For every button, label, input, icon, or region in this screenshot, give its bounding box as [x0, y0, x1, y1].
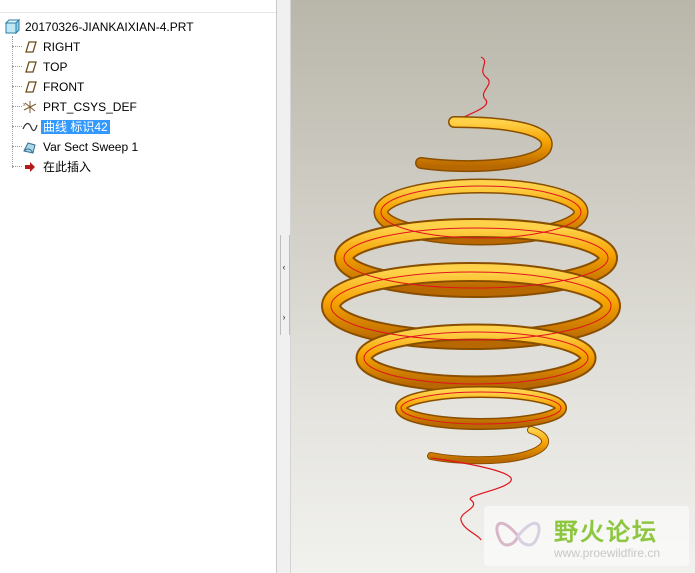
tree-guide-tick	[12, 126, 22, 127]
tree-item-right[interactable]: RIGHT	[22, 37, 82, 55]
spring-coil	[428, 427, 548, 464]
tree-item-var-sect-sweep[interactable]: Var Sect Sweep 1	[22, 137, 140, 155]
part-icon	[4, 18, 21, 35]
watermark-url: www.proewildfire.cn	[554, 546, 661, 560]
expand-arrow-icon[interactable]: ›	[280, 312, 288, 322]
datum-plane-icon	[22, 39, 38, 55]
tree-guide-tick	[12, 106, 22, 107]
datum-plane-icon	[22, 59, 38, 75]
tree-item-prt-csys-def[interactable]: x PRT_CSYS_DEF	[22, 97, 139, 115]
tree-guide-tick	[12, 46, 22, 47]
tree-item-curve[interactable]: 曲线 标识42	[22, 117, 110, 135]
tree-top-bar	[0, 0, 276, 13]
tree-root-part[interactable]: 20170326-JIANKAIXIAN-4.PRT	[4, 17, 196, 35]
curve-top-segment	[458, 56, 490, 121]
forum-watermark: 野火论坛 www.proewildfire.cn	[484, 506, 689, 566]
panel-splitter[interactable]: ‹ ›	[277, 0, 291, 573]
tree-item-label: RIGHT	[43, 39, 81, 54]
tree-item-label: FRONT	[43, 79, 85, 94]
curve-icon	[22, 119, 38, 135]
datum-plane-icon	[22, 79, 38, 95]
tree-root-label: 20170326-JIANKAIXIAN-4.PRT	[25, 19, 194, 34]
variable-pitch-spring-model	[321, 56, 621, 541]
tree-item-label: 在此插入	[43, 159, 92, 174]
insert-here-arrow-icon	[22, 159, 38, 175]
tree-item-label: PRT_CSYS_DEF	[43, 99, 137, 114]
watermark-title: 野火论坛	[554, 519, 658, 546]
tree-guide-tick	[12, 146, 22, 147]
tree-item-label: Var Sect Sweep 1	[43, 139, 139, 154]
tree-item-top[interactable]: TOP	[22, 57, 69, 75]
tree-item-insert-here[interactable]: 在此插入	[22, 157, 93, 175]
tree-item-label: 曲线 标识42	[41, 119, 110, 134]
model-tree-panel: 20170326-JIANKAIXIAN-4.PRT RIGHT TOP FRO…	[0, 0, 277, 573]
tree-guide-tick	[12, 86, 22, 87]
graphics-viewport[interactable]	[291, 0, 695, 573]
tree-guide-line	[12, 36, 13, 168]
tree-item-front[interactable]: FRONT	[22, 77, 86, 95]
collapse-arrow-icon[interactable]: ‹	[280, 262, 288, 272]
sweep-feature-icon	[22, 139, 38, 155]
coordinate-system-icon: x	[22, 99, 38, 115]
tree-item-label: TOP	[43, 59, 68, 74]
tree-guide-tick	[12, 66, 22, 67]
butterfly-logo-icon	[495, 521, 541, 547]
tree-guide-tick	[12, 166, 22, 167]
